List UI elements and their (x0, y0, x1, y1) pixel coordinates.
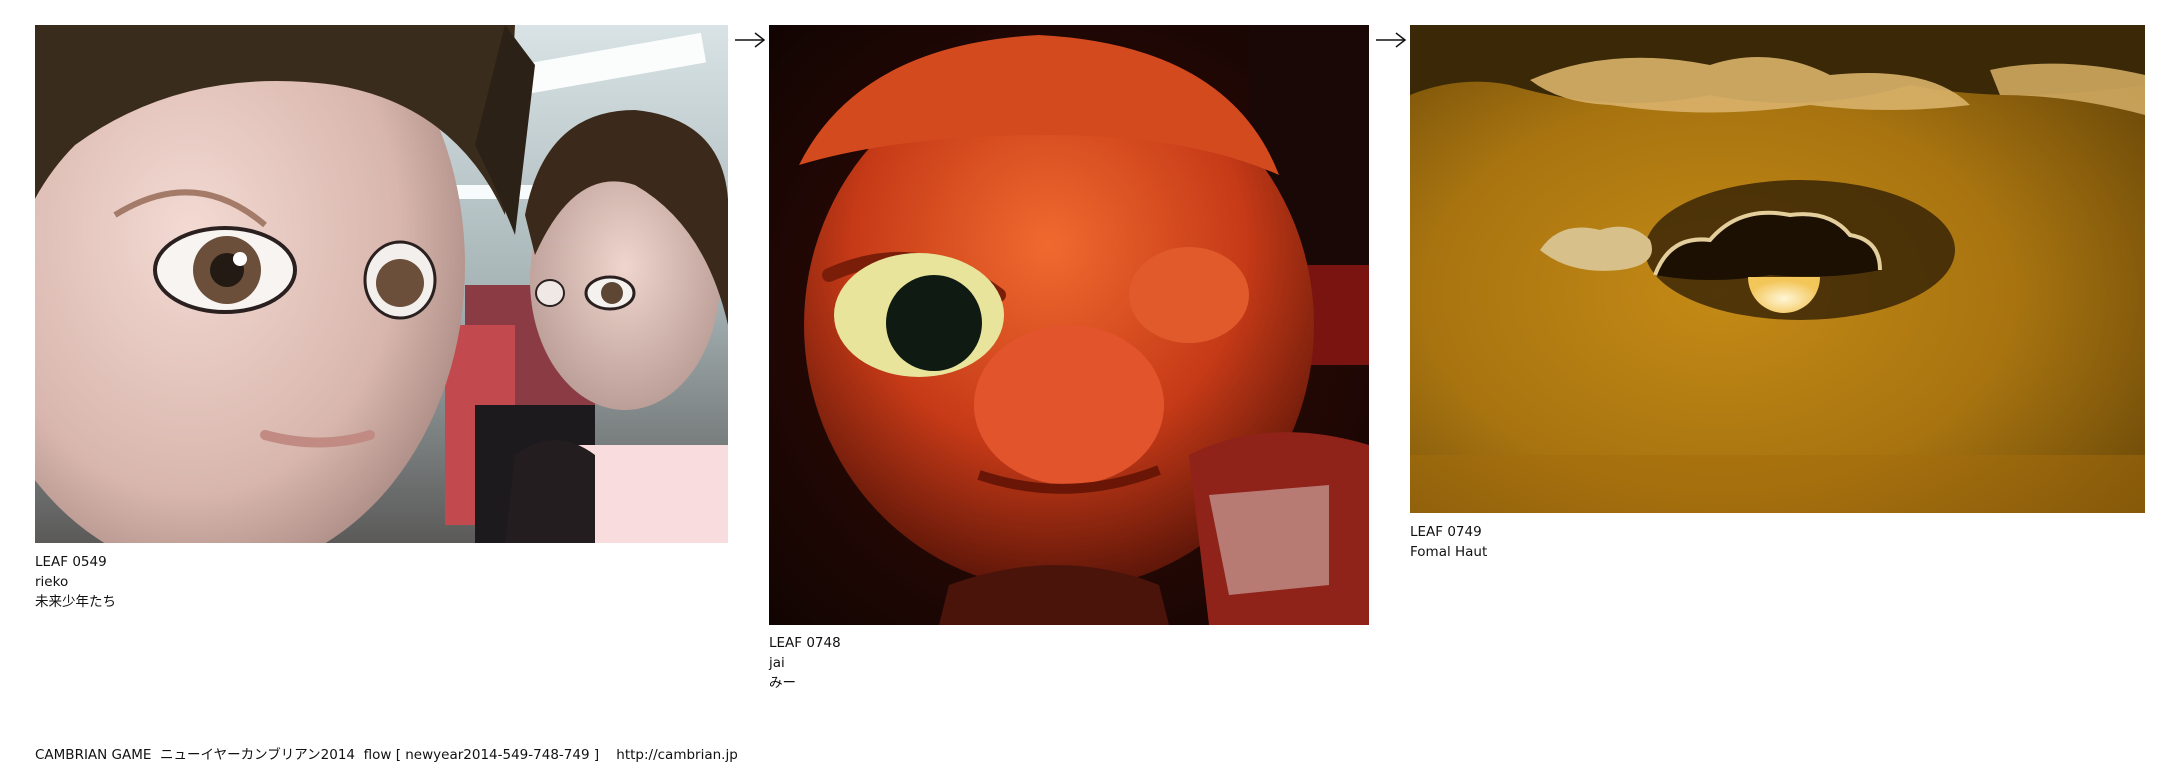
leaf-title-2: みー (769, 675, 796, 691)
sun-behind-clouds-photo-icon (1410, 25, 2145, 513)
leaf-title-1: 未来少年たち (35, 594, 116, 610)
flow-arrow-icon (1374, 30, 1408, 50)
flow-arrow-icon (733, 30, 767, 50)
leaf-photo-2[interactable] (769, 25, 1369, 625)
leaf-id-2: LEAF 0748 (769, 635, 841, 651)
orange-doll-face-photo-icon (769, 25, 1369, 625)
leaf-id-3: LEAF 0749 (1410, 524, 1482, 540)
footer-text: CAMBRIAN GAME ニューイヤーカンブリアン2014 flow [ ne… (35, 747, 738, 763)
leaf-author-1[interactable]: rieko (35, 572, 116, 592)
leaf-photo-1[interactable] (35, 25, 728, 543)
mannequin-heads-photo-icon (35, 25, 728, 543)
leaf-author-3[interactable]: Fomal Haut (1410, 542, 1487, 562)
leaf-author-2[interactable]: jai (769, 653, 841, 673)
leaf-photo-3[interactable] (1410, 25, 2145, 513)
leaf-id-1: LEAF 0549 (35, 554, 107, 570)
cambrian-flow-page: LEAF 0549 rieko 未来少年たち LEAF 0748 jai みー … (0, 0, 2180, 779)
